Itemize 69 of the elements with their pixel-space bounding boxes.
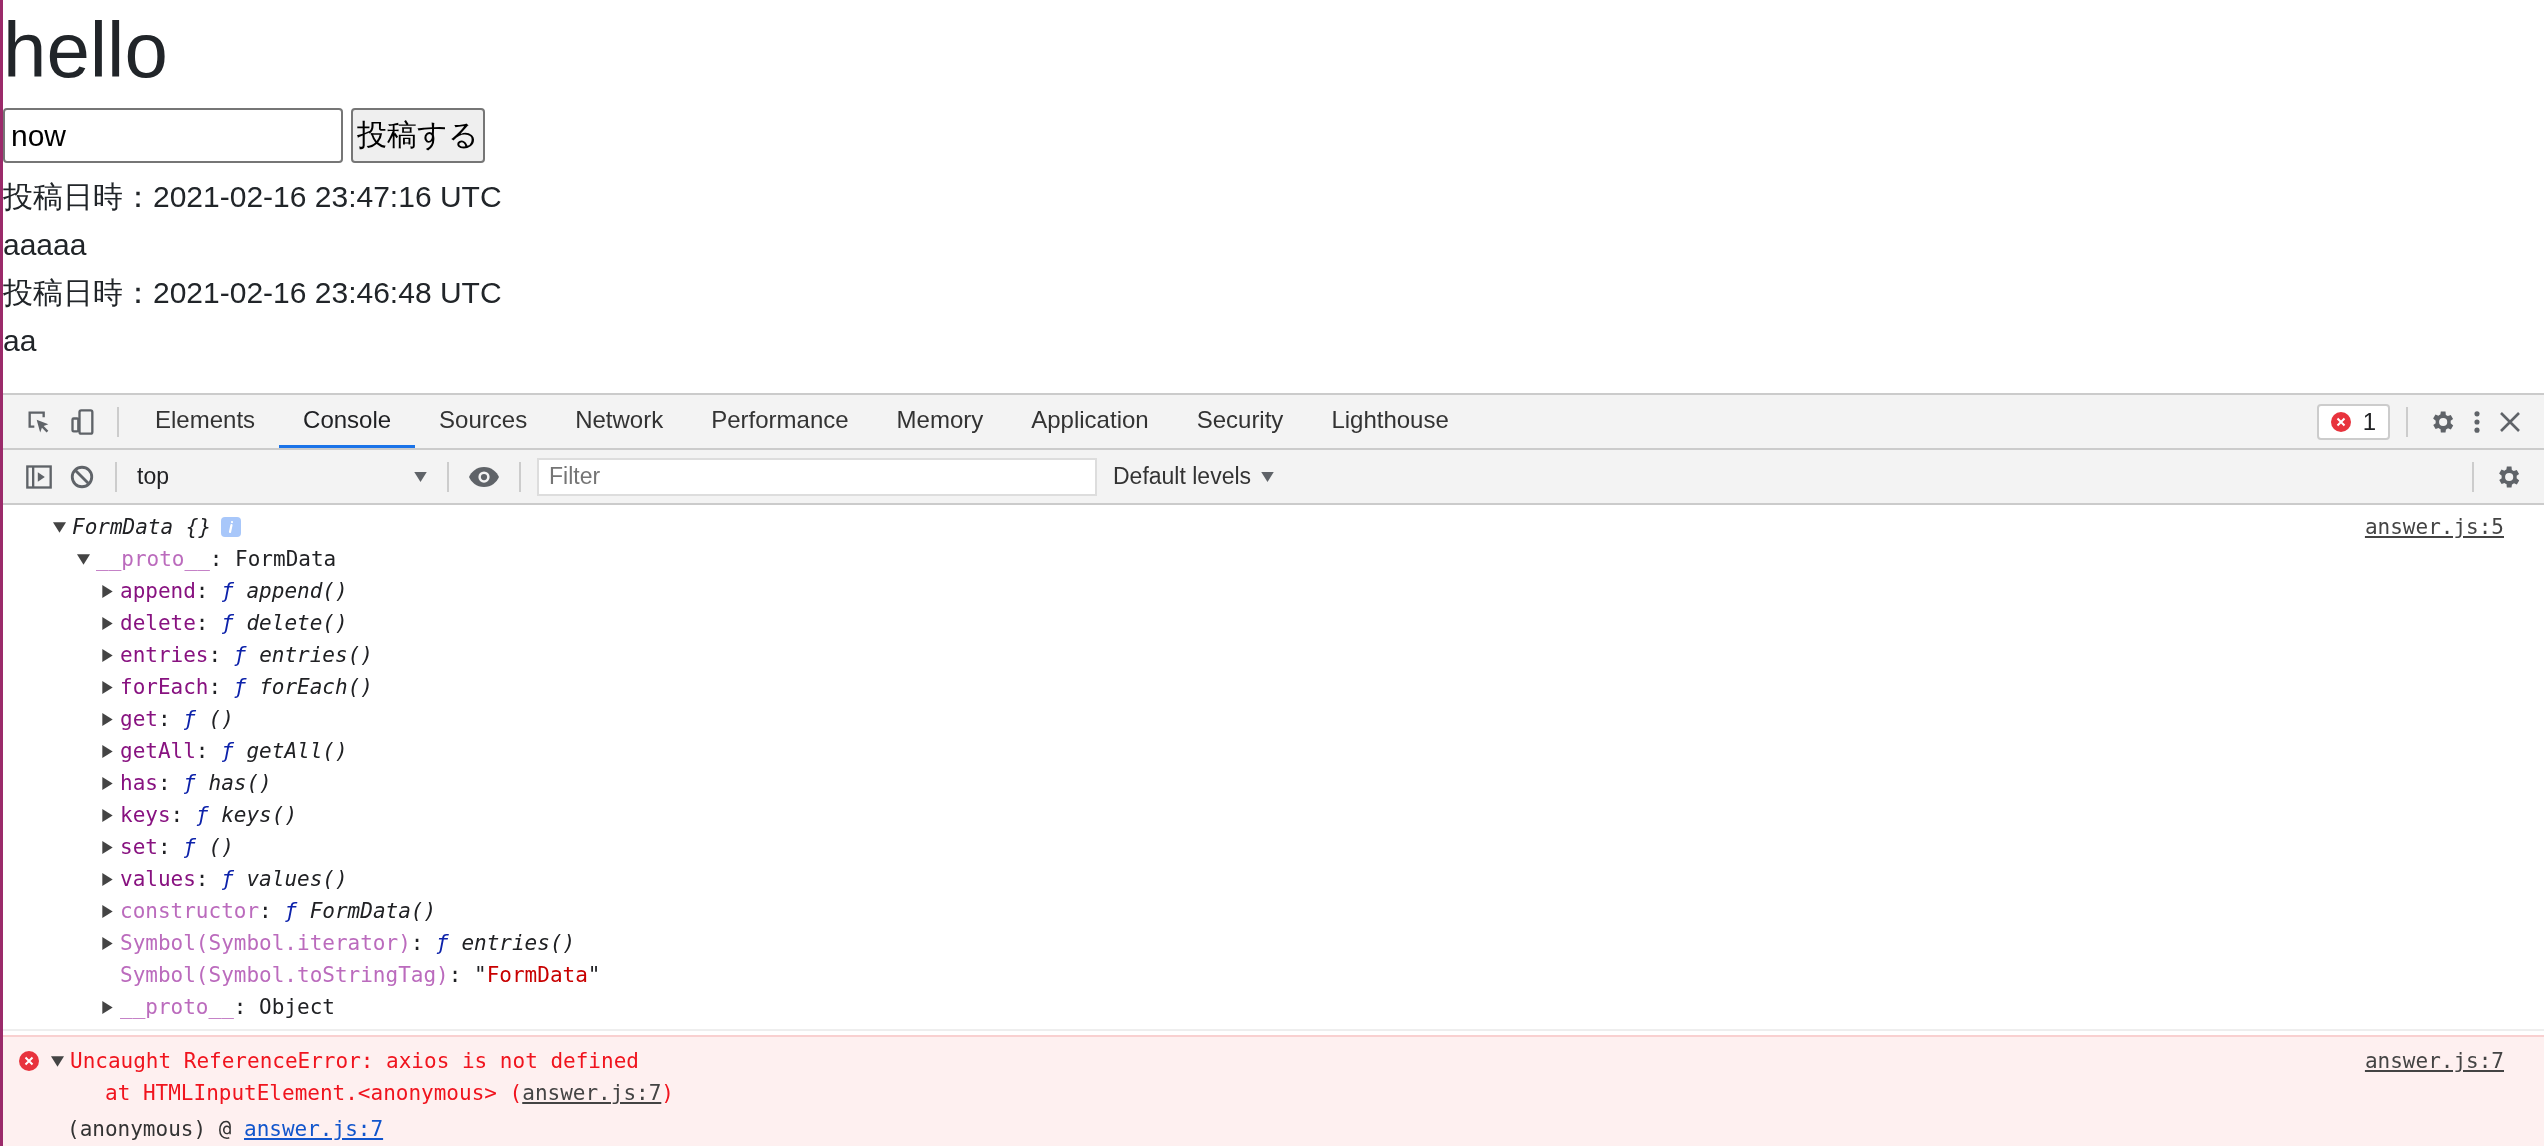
property-entry[interactable]: delete: ƒ delete() [120,611,348,635]
devtools-tab[interactable]: Sources [415,395,552,448]
source-link[interactable]: answer.js:7 [522,1081,662,1105]
devtools-tab[interactable]: Application [1007,395,1173,448]
property-entry[interactable]: forEach: ƒ forEach() [120,675,373,699]
post-timestamp: 投稿日時：2021-02-16 23:46:48 UTC [3,275,503,311]
error-count-badge[interactable]: 1 [2316,403,2390,440]
stack-trace-line: at HTMLInputElement.<anonymous> (answer.js:7) [105,1081,674,1105]
property-entry[interactable]: has: ƒ has() [120,771,272,795]
property-entry[interactable]: __proto__: FormData [96,547,337,571]
post-button[interactable]: 投稿する [351,108,485,163]
expand-arrow-icon[interactable] [101,712,114,726]
close-icon[interactable] [2498,409,2522,434]
property-entry[interactable]: set: ƒ () [120,835,234,859]
expand-arrow-icon[interactable] [101,648,114,662]
context-select[interactable]: top [129,463,435,490]
error-message: Uncaught ReferenceError: axios is not defined [70,1049,639,1073]
filter-field[interactable]: Filter [537,457,1097,496]
error-icon [19,1051,39,1071]
source-link[interactable]: answer.js:5 [2344,511,2544,543]
expand-arrow-icon[interactable] [101,936,114,950]
expand-arrow-icon[interactable] [51,1054,64,1068]
call-frame: (anonymous) @ answer.js:7 [67,1117,384,1141]
expand-arrow-icon[interactable] [101,584,114,598]
property-entry[interactable]: entries: ƒ entries() [120,643,373,667]
page-heading: hello [3,5,169,96]
property-entry[interactable]: __proto__: Object [120,995,335,1019]
property-entry[interactable]: append: ƒ append() [120,579,348,603]
expand-arrow-icon[interactable] [101,872,114,886]
property-entry[interactable]: get: ƒ () [120,707,234,731]
property-entry[interactable]: getAll: ƒ getAll() [120,739,348,763]
error-icon [2330,411,2351,432]
caret-icon [1261,471,1275,482]
expand-arrow-icon[interactable] [101,776,114,790]
devtools-tab[interactable]: Network [551,395,688,448]
post-body: aa [3,323,38,359]
devtools-tab[interactable]: Performance [687,395,873,448]
object-label[interactable]: FormData {} [72,515,212,539]
property-entry[interactable]: constructor: ƒ FormData() [120,899,437,923]
expand-arrow-icon[interactable] [101,616,114,630]
info-icon [221,517,242,537]
property-entry[interactable]: Symbol(Symbol.toStringTag): "FormData" [120,963,601,987]
expand-arrow-icon[interactable] [101,1000,114,1014]
property-entry[interactable]: values: ƒ values() [120,867,348,891]
caret-icon [414,471,427,482]
property-entry[interactable]: Symbol(Symbol.iterator): ƒ entries() [120,931,576,955]
post-body: aaaaa [3,227,88,263]
source-link[interactable]: answer.js:7 [244,1117,384,1141]
expand-arrow-icon[interactable] [77,552,90,566]
clear-console-icon[interactable] [69,463,95,490]
error-count: 1 [2362,407,2376,436]
devtools-tab[interactable]: Security [1172,395,1308,448]
expand-arrow-icon[interactable] [53,520,66,534]
log-levels-dropdown[interactable]: Default levels [1113,463,1275,490]
property-entry[interactable]: keys: ƒ keys() [120,803,298,827]
source-link[interactable]: answer.js:7 [2344,1045,2544,1077]
eye-icon[interactable] [469,466,499,487]
device-toolbar-icon[interactable] [69,407,97,436]
expand-arrow-icon[interactable] [101,840,114,854]
devtools-tab[interactable]: Lighthouse [1307,395,1473,448]
expand-arrow-icon[interactable] [101,904,114,918]
devtools-tab[interactable]: Elements [131,395,280,448]
expand-arrow-icon[interactable] [101,680,114,694]
post-input-field[interactable]: now [3,108,343,163]
expand-arrow-icon[interactable] [101,808,114,822]
sidebar-toggle-icon[interactable] [25,462,53,491]
expand-arrow-icon[interactable] [101,744,114,758]
post-timestamp: 投稿日時：2021-02-16 23:47:16 UTC [3,179,503,215]
devtools-tab[interactable]: Memory [872,395,1008,448]
